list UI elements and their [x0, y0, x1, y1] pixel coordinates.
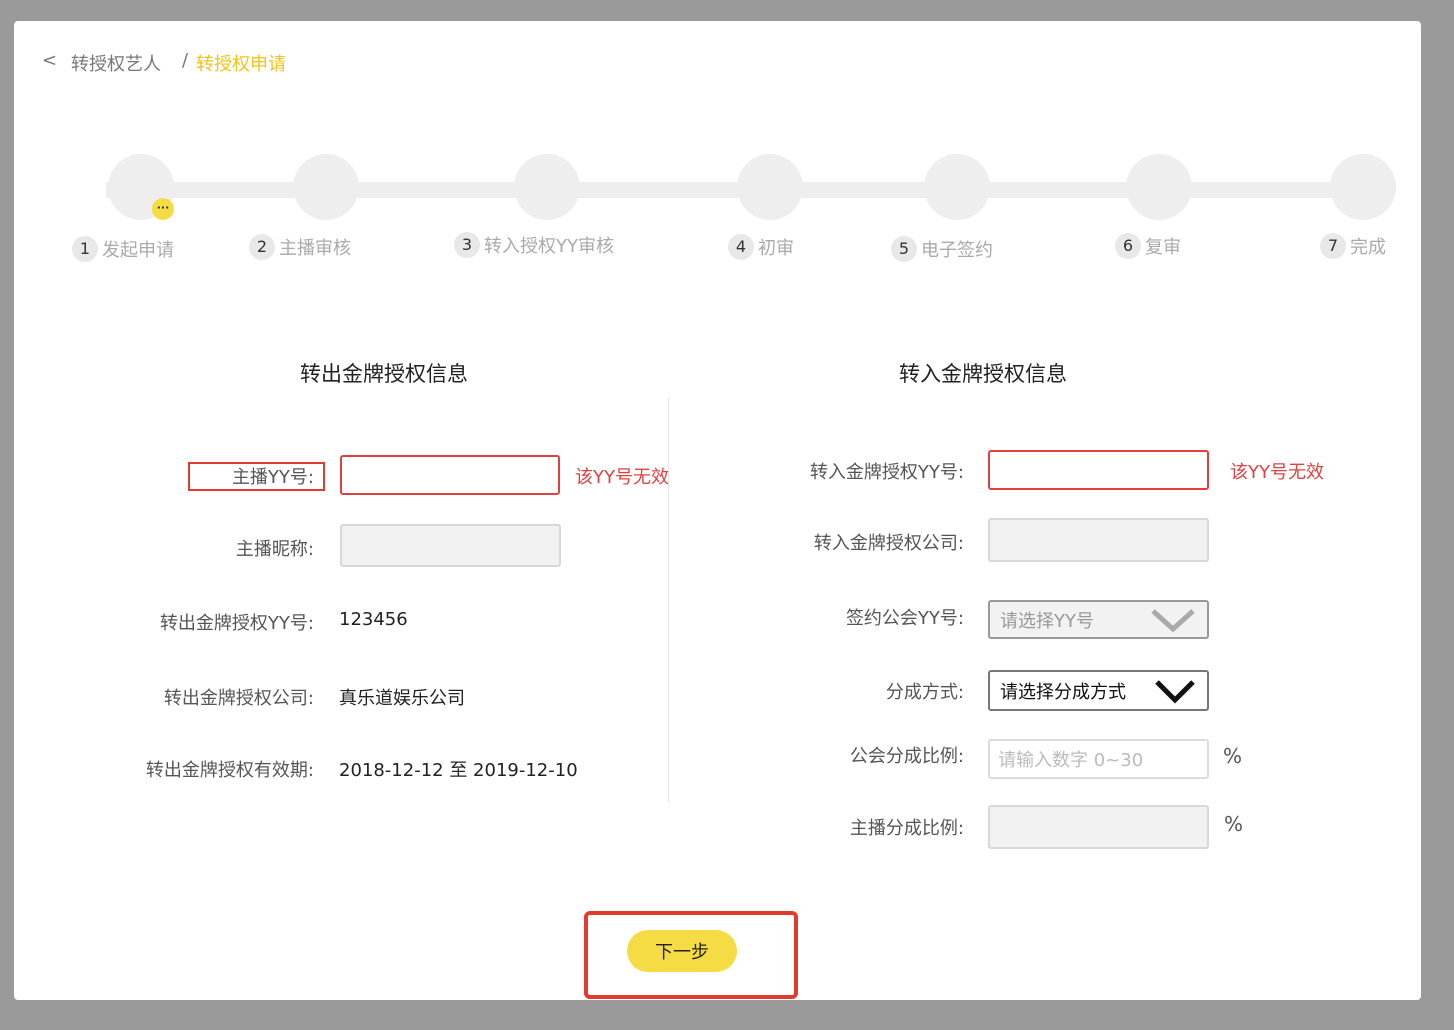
step-7: 7 完成 — [1320, 233, 1386, 259]
split-method-select[interactable]: 请选择分成方式 — [988, 670, 1209, 711]
nickname-label: 主播昵称: — [235, 539, 314, 560]
split-method-value: 请选择分成方式 — [1000, 681, 1126, 703]
guild-ratio-input[interactable]: 请输入数字 0~30 — [988, 739, 1209, 779]
breadcrumb-separator: / — [182, 50, 189, 71]
breadcrumb-parent-link[interactable]: 转授权艺人 — [71, 50, 161, 76]
step-label: 电子签约 — [921, 240, 993, 261]
step-number: 4 — [728, 234, 754, 260]
step-label: 主播审核 — [279, 238, 351, 259]
out-company-value: 真乐道娱乐公司 — [339, 688, 465, 709]
out-yy-value: 123456 — [339, 609, 408, 630]
out-company-label: 转出金牌授权公司: — [163, 688, 314, 709]
split-method-label: 分成方式: — [885, 682, 964, 703]
column-divider — [668, 398, 669, 802]
guild-ratio-placeholder: 请输入数字 0~30 — [998, 750, 1144, 771]
breadcrumb-current: 转授权申请 — [196, 54, 286, 75]
step-6-circle — [1126, 154, 1192, 220]
step-label: 完成 — [1350, 237, 1386, 258]
step-number: 2 — [249, 234, 275, 260]
chevron-down-icon — [1155, 679, 1195, 704]
step-number: 7 — [1320, 233, 1346, 259]
in-yy-label: 转入金牌授权YY号: — [809, 462, 964, 483]
validity-value: 2018-12-12 至 2019-12-10 — [339, 760, 578, 781]
step-5-circle — [924, 154, 990, 220]
validity-label: 转出金牌授权有效期: — [145, 760, 314, 781]
in-company-field — [988, 518, 1209, 562]
anchor-yy-input[interactable] — [340, 455, 560, 495]
step-6: 6 复审 — [1115, 233, 1181, 259]
guild-yy-placeholder: 请选择YY号 — [1000, 610, 1094, 632]
step-number: 6 — [1115, 233, 1141, 259]
nickname-field — [340, 524, 561, 567]
step-7-circle — [1330, 154, 1396, 220]
step-2-circle — [293, 154, 359, 220]
anchor-yy-error: 该YY号无效 — [575, 467, 669, 488]
guild-yy-label: 签约公会YY号: — [845, 608, 964, 629]
anchor-ratio-unit: % — [1224, 812, 1244, 836]
step-label: 转入授权YY审核 — [484, 236, 614, 257]
step-label: 发起申请 — [102, 240, 174, 261]
step-label: 初审 — [758, 238, 794, 259]
step-4: 4 初审 — [728, 234, 794, 260]
back-icon[interactable]: < — [42, 50, 57, 71]
step-label: 复审 — [1145, 237, 1181, 258]
step-3: 3 转入授权YY审核 — [454, 232, 614, 258]
in-yy-input[interactable] — [988, 450, 1209, 490]
out-yy-label: 转出金牌授权YY号: — [159, 613, 314, 634]
in-yy-error: 该YY号无效 — [1230, 462, 1324, 483]
left-section-title: 转出金牌授权信息 — [300, 362, 468, 386]
in-company-label: 转入金牌授权公司: — [813, 533, 964, 554]
step-number: 3 — [454, 232, 480, 258]
step-3-circle — [514, 154, 580, 220]
step-2: 2 主播审核 — [249, 234, 351, 260]
step-number: 5 — [891, 236, 917, 262]
next-step-button[interactable]: 下一步 — [627, 930, 737, 972]
guild-yy-select[interactable]: 请选择YY号 — [988, 600, 1209, 639]
main-card — [14, 21, 1421, 1000]
step-number: 1 — [72, 236, 98, 262]
step-4-circle — [737, 154, 803, 220]
chevron-down-icon — [1151, 608, 1195, 632]
right-section-title: 转入金牌授权信息 — [899, 362, 1067, 386]
guild-ratio-unit: % — [1223, 744, 1243, 768]
anchor-yy-label: 主播YY号: — [231, 467, 314, 488]
guild-ratio-label: 公会分成比例: — [849, 746, 964, 767]
anchor-ratio-label: 主播分成比例: — [849, 818, 964, 839]
step-1: 1 发起申请 — [72, 236, 174, 262]
step-5: 5 电子签约 — [891, 236, 993, 262]
pending-dots-icon: ··· — [152, 198, 174, 220]
anchor-ratio-field — [988, 805, 1209, 849]
